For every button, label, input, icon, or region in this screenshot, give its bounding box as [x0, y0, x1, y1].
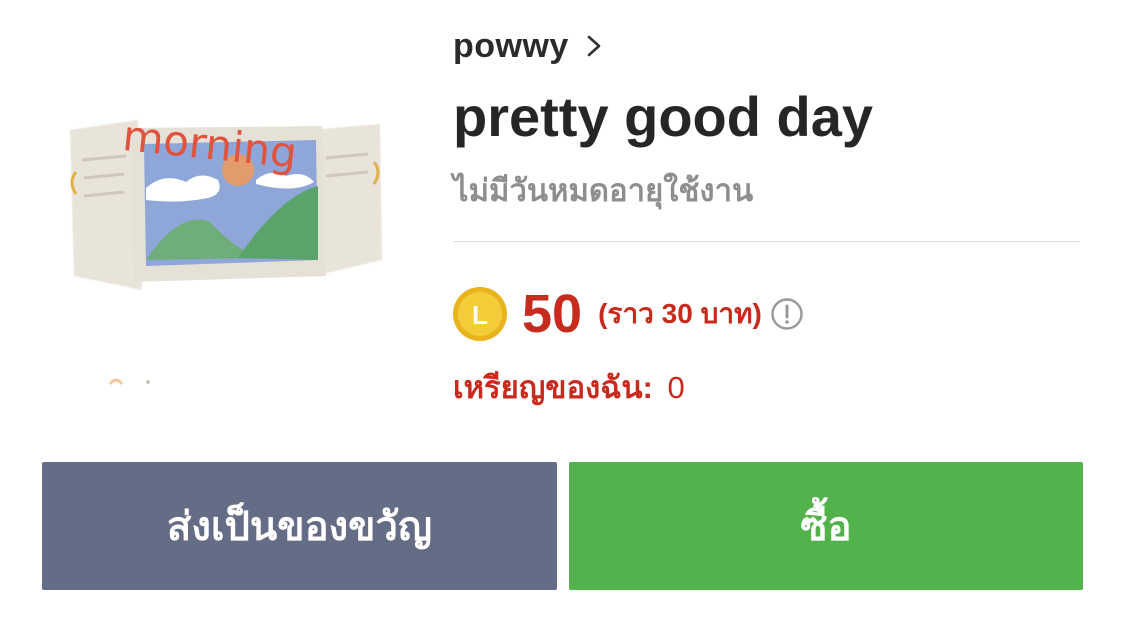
author-name: powwy	[453, 26, 569, 65]
divider	[453, 241, 1080, 242]
my-coins-value: 0	[667, 370, 685, 405]
validity-text: ไม่มีวันหมดอายุใช้งาน	[453, 173, 754, 208]
send-as-gift-button[interactable]: ส่งเป็นของขวัญ	[42, 462, 557, 590]
coin-letter: L	[472, 300, 488, 330]
author-link[interactable]: powwy	[453, 24, 605, 68]
line-coin-icon: L	[453, 287, 507, 341]
sticker-title: pretty good day	[453, 85, 874, 148]
price-value: 50	[522, 284, 583, 344]
info-icon[interactable]	[770, 297, 804, 331]
price-approx: (ราว 30 บาท)	[598, 298, 762, 329]
sticker-peek	[108, 378, 150, 385]
price-row: L 50 (ราว 30 บาท)	[452, 284, 804, 344]
buy-button[interactable]: ซื้อ	[569, 462, 1083, 590]
my-coins-label: เหรียญของฉัน:	[453, 370, 653, 405]
my-coins: เหรียญของฉัน: 0	[453, 362, 685, 412]
sticker-thumbnail[interactable]: morning	[60, 100, 390, 310]
chevron-right-icon	[587, 35, 601, 57]
sticker-detail-page: morning powwy pretty good day ไม่มีวันหม…	[0, 0, 1124, 621]
